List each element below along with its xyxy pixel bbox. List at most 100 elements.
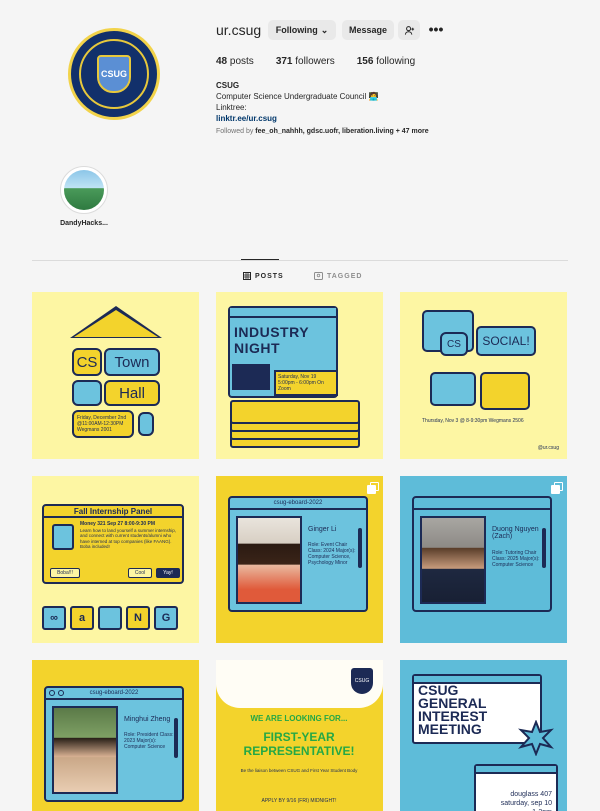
eboard-window-titlebar: csug-eboard-2022 xyxy=(46,688,182,700)
profile-bio: CSUG Computer Science Undergraduate Coun… xyxy=(216,80,379,124)
tab-posts-label: POSTS xyxy=(255,272,284,280)
stack-layer xyxy=(230,400,360,424)
post-internship-panel[interactable]: Fall Internship Panel Money 321 Sep 27 8… xyxy=(32,476,199,643)
highlight-cover xyxy=(60,166,108,214)
member-photo xyxy=(236,516,302,604)
eboard-window-title xyxy=(414,498,550,510)
highlight-label: DandyHacks... xyxy=(60,220,108,227)
eboard-window: csug-eboard-2022 Minghui Zheng Role: Pre… xyxy=(44,686,184,802)
bio-name: CSUG xyxy=(216,81,240,90)
card-titlebar xyxy=(476,766,556,774)
member-photo xyxy=(420,516,486,604)
social-info: Thursday, Nov 3 @ 8-9:30pm Wegmans 2506 xyxy=(422,418,524,424)
amazon-logo-icon: a xyxy=(70,606,94,630)
profile-stats: 48 posts 371 followers 156 following xyxy=(216,56,437,67)
followed-by[interactable]: Followed by fee_oh_nahhh, gdsc.uofr, lib… xyxy=(216,128,429,135)
add-user-icon xyxy=(404,25,414,35)
company-logos: ∞ a N G xyxy=(42,606,184,634)
stat-followers-count: 371 xyxy=(275,56,293,67)
window-dot xyxy=(49,690,55,696)
window-scrollbar xyxy=(542,528,546,568)
carousel-icon xyxy=(367,482,379,494)
internship-opt3: Yay! xyxy=(156,568,180,578)
member-info: Role: Event Chair Class: 2024 Major(s): … xyxy=(308,542,356,566)
more-options-icon[interactable]: ••• xyxy=(428,20,444,40)
suggested-users-button[interactable] xyxy=(398,20,420,40)
industry-title-line1: INDUSTRY xyxy=(234,324,310,340)
post-eboard-duong[interactable]: Duong Nguyen (Zach) Role: Tutoring Chair… xyxy=(400,476,567,643)
followed-by-names: fee_oh_nahhh, gdsc.uofr, liberation.livi… xyxy=(255,128,394,135)
member-info: Role: Tutoring Chair Class: 2025 Major(s… xyxy=(492,550,540,568)
post-general-interest[interactable]: CSUG GENERAL INTEREST MEETING douglass 4… xyxy=(400,660,567,811)
industry-title-line2: NIGHT xyxy=(234,340,281,356)
followed-by-prefix: Followed by xyxy=(216,128,256,135)
carousel-icon xyxy=(551,482,563,494)
window-scrollbar xyxy=(174,718,178,758)
window-titlebar xyxy=(230,308,336,318)
active-tab-indicator xyxy=(241,259,279,260)
eboard-window-title: csug-eboard-2022 xyxy=(89,690,139,696)
stat-following[interactable]: 156 following xyxy=(357,56,415,67)
eboard-window: Duong Nguyen (Zach) Role: Tutoring Chair… xyxy=(412,496,552,612)
post-eboard-minghui[interactable]: csug-eboard-2022 Minghui Zheng Role: Pre… xyxy=(32,660,199,811)
town-hall-cs: CS xyxy=(72,348,102,376)
story-highlight[interactable]: DandyHacks... xyxy=(56,166,112,227)
tab-posts[interactable]: POSTS xyxy=(243,272,284,280)
avatar-shield: CSUG xyxy=(97,55,131,93)
industry-title: INDUSTRY NIGHT xyxy=(234,324,309,356)
contact-icon xyxy=(52,524,74,550)
following-button-label: Following xyxy=(275,25,318,35)
stat-followers-label: followers xyxy=(295,56,335,67)
chevron-down-icon: ⌄ xyxy=(320,24,329,35)
stat-following-count: 156 xyxy=(356,56,374,67)
social-handle: @ur.csug xyxy=(537,445,559,451)
following-button[interactable]: Following ⌄ xyxy=(268,20,336,40)
window-dot xyxy=(58,690,64,696)
post-first-year-rep[interactable]: CSUG WE ARE LOOKING FOR... FIRST-YEAR RE… xyxy=(216,660,383,811)
tab-tagged[interactable]: TAGGED xyxy=(314,272,362,280)
post-industry-night[interactable]: INDUSTRY NIGHT Saturday, Nov 19 5:00pm - … xyxy=(216,292,383,459)
internship-desc: Money 321 Sep 27 8:00-9:30 PM Learn how … xyxy=(80,521,178,550)
window-scrollbar xyxy=(358,528,362,568)
people-icon xyxy=(232,364,270,390)
post-social[interactable]: CS SOCIAL! Thursday, Nov 3 @ 8-9:30pm We… xyxy=(400,292,567,459)
highlight-image xyxy=(64,170,104,210)
internship-opt2: Cool xyxy=(128,568,152,578)
eboard-window: csug-eboard-2022 Ginger Li Role: Event C… xyxy=(228,496,368,612)
message-button[interactable]: Message xyxy=(342,20,394,40)
stat-posts-count: 48 xyxy=(216,56,228,67)
grid-icon xyxy=(243,272,251,280)
bio-link[interactable]: linktr.ee/ur.csug xyxy=(216,113,379,124)
town-hall-hall: Hall xyxy=(104,380,160,406)
member-name: Ginger Li xyxy=(308,526,337,533)
post-town-hall[interactable]: CS Town Hall Friday, December 2nd @11:00… xyxy=(32,292,199,459)
stat-posts: 48 posts xyxy=(216,56,254,67)
social-block xyxy=(480,372,530,410)
eboard-window-title: csug-eboard-2022 xyxy=(230,498,366,510)
meeting-details: douglass 407 saturday, sep 10 1-2pm xyxy=(482,790,552,811)
meeting-location: douglass 407 xyxy=(510,791,552,798)
internship-opt1: Boba!!! xyxy=(50,568,80,578)
meeting-title: CSUG GENERAL INTEREST MEETING xyxy=(418,682,488,737)
bio-line2: Linktree: xyxy=(216,103,247,112)
first-year-deadline: APPLY BY 9/16 (FRI) MIDNIGHT! xyxy=(261,798,337,804)
profile-avatar[interactable]: CSUG xyxy=(68,28,160,120)
apple-logo-icon xyxy=(98,606,122,630)
window-controls xyxy=(49,690,64,696)
social-title: SOCIAL! xyxy=(476,326,536,356)
csug-badge-icon: CSUG xyxy=(351,668,373,694)
member-name: Minghui Zheng xyxy=(124,716,171,723)
tabs-divider xyxy=(32,260,568,261)
internship-title: Fall Internship Panel xyxy=(44,506,182,518)
meta-logo-icon: ∞ xyxy=(42,606,66,630)
profile-username: ur.csug xyxy=(216,22,262,38)
bio-line1: Computer Science Undergraduate Council 🧑… xyxy=(216,92,379,101)
netflix-logo-icon: N xyxy=(126,606,150,630)
post-eboard-ginger[interactable]: csug-eboard-2022 Ginger Li Role: Event C… xyxy=(216,476,383,643)
starburst-icon xyxy=(518,720,554,756)
message-button-label: Message xyxy=(348,25,388,35)
stat-followers[interactable]: 371 followers xyxy=(276,56,335,67)
first-year-subtitle: Be the liaison between CSUG and First Ye… xyxy=(240,768,358,773)
internship-desc-text: Learn how to land yourself a summer inte… xyxy=(80,527,177,550)
town-hall-knob xyxy=(138,412,154,436)
